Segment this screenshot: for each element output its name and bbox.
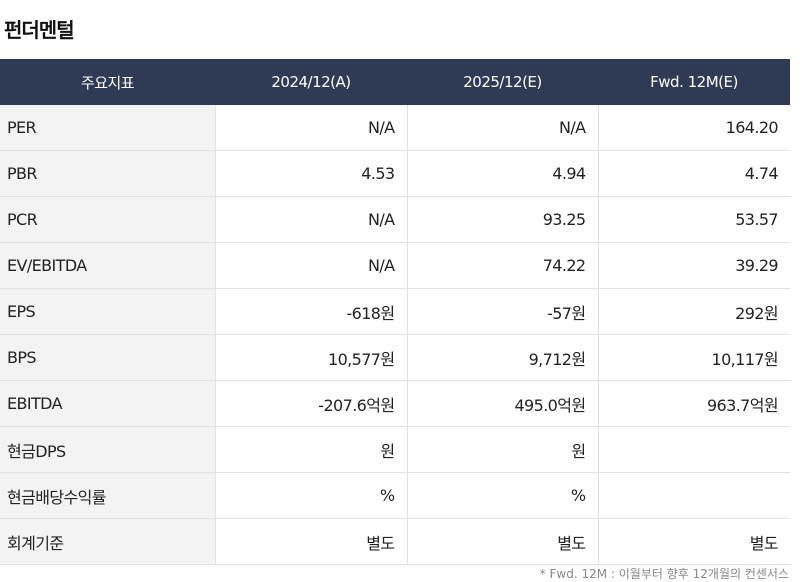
cell-2025: 93.25 bbox=[406, 196, 598, 243]
row-label: EV/EBITDA bbox=[0, 242, 215, 289]
cell-2024: N/A bbox=[214, 242, 407, 289]
header-indicator: 주요지표 bbox=[0, 59, 215, 105]
cell-2024: % bbox=[214, 472, 407, 519]
cell-fwd: 4.74 bbox=[597, 150, 790, 197]
table-row: 현금DPS 원 원 bbox=[0, 426, 790, 473]
cell-2025: 원 bbox=[406, 426, 598, 473]
row-label: 회계기준 bbox=[0, 518, 215, 565]
table-row: 회계기준 별도 별도 별도 bbox=[0, 518, 790, 565]
cell-2025: % bbox=[406, 472, 598, 519]
table-row: 현금배당수익률 % % bbox=[0, 472, 790, 519]
cell-fwd bbox=[597, 426, 790, 473]
table-header: 주요지표 2024/12(A) 2025/12(E) Fwd. 12M(E) bbox=[0, 59, 790, 105]
cell-2025: 74.22 bbox=[406, 242, 598, 289]
row-label: PCR bbox=[0, 196, 215, 243]
row-label: EBITDA bbox=[0, 380, 215, 427]
cell-2024: 4.53 bbox=[214, 150, 407, 197]
row-label: BPS bbox=[0, 334, 215, 381]
table-row: EPS -618원 -57원 292원 bbox=[0, 288, 790, 335]
cell-2024: 원 bbox=[214, 426, 407, 473]
header-2025-estimate: 2025/12(E) bbox=[407, 59, 598, 105]
cell-2025: 495.0억원 bbox=[406, 380, 598, 427]
table-row: EV/EBITDA N/A 74.22 39.29 bbox=[0, 242, 790, 289]
table-row: PCR N/A 93.25 53.57 bbox=[0, 196, 790, 243]
cell-2025: N/A bbox=[406, 105, 598, 151]
row-label: 현금DPS bbox=[0, 426, 215, 473]
cell-2025: -57원 bbox=[406, 288, 598, 335]
table-row: PER N/A N/A 164.20 bbox=[0, 105, 790, 151]
table-row: EBITDA -207.6억원 495.0억원 963.7억원 bbox=[0, 380, 790, 427]
cell-2024: N/A bbox=[214, 105, 407, 151]
header-fwd-12m: Fwd. 12M(E) bbox=[598, 59, 790, 105]
header-row: 주요지표 2024/12(A) 2025/12(E) Fwd. 12M(E) bbox=[0, 59, 790, 105]
cell-fwd: 164.20 bbox=[597, 105, 790, 151]
row-label: PBR bbox=[0, 150, 215, 197]
cell-fwd: 39.29 bbox=[597, 242, 790, 289]
cell-fwd bbox=[597, 472, 790, 519]
fundamentals-table: 주요지표 2024/12(A) 2025/12(E) Fwd. 12M(E) P… bbox=[0, 59, 790, 565]
row-label: PER bbox=[0, 105, 215, 151]
footnote: * Fwd. 12M : 이월부터 향후 12개월의 컨센서스 bbox=[539, 567, 789, 581]
section-title: 펀더멘털 bbox=[4, 18, 75, 42]
cell-2025: 9,712원 bbox=[406, 334, 598, 381]
cell-fwd: 10,117원 bbox=[597, 334, 790, 381]
cell-fwd: 별도 bbox=[597, 518, 790, 565]
cell-fwd: 963.7억원 bbox=[597, 380, 790, 427]
cell-2024: -207.6억원 bbox=[214, 380, 407, 427]
header-2024-actual: 2024/12(A) bbox=[215, 59, 407, 105]
cell-2024: N/A bbox=[214, 196, 407, 243]
cell-2024: 10,577원 bbox=[214, 334, 407, 381]
cell-2024: 별도 bbox=[214, 518, 407, 565]
cell-fwd: 53.57 bbox=[597, 196, 790, 243]
table-row: BPS 10,577원 9,712원 10,117원 bbox=[0, 334, 790, 381]
row-label: EPS bbox=[0, 288, 215, 335]
cell-2025: 별도 bbox=[406, 518, 598, 565]
row-label: 현금배당수익률 bbox=[0, 472, 215, 519]
table-row: PBR 4.53 4.94 4.74 bbox=[0, 150, 790, 197]
cell-fwd: 292원 bbox=[597, 288, 790, 335]
cell-2025: 4.94 bbox=[406, 150, 598, 197]
cell-2024: -618원 bbox=[214, 288, 407, 335]
